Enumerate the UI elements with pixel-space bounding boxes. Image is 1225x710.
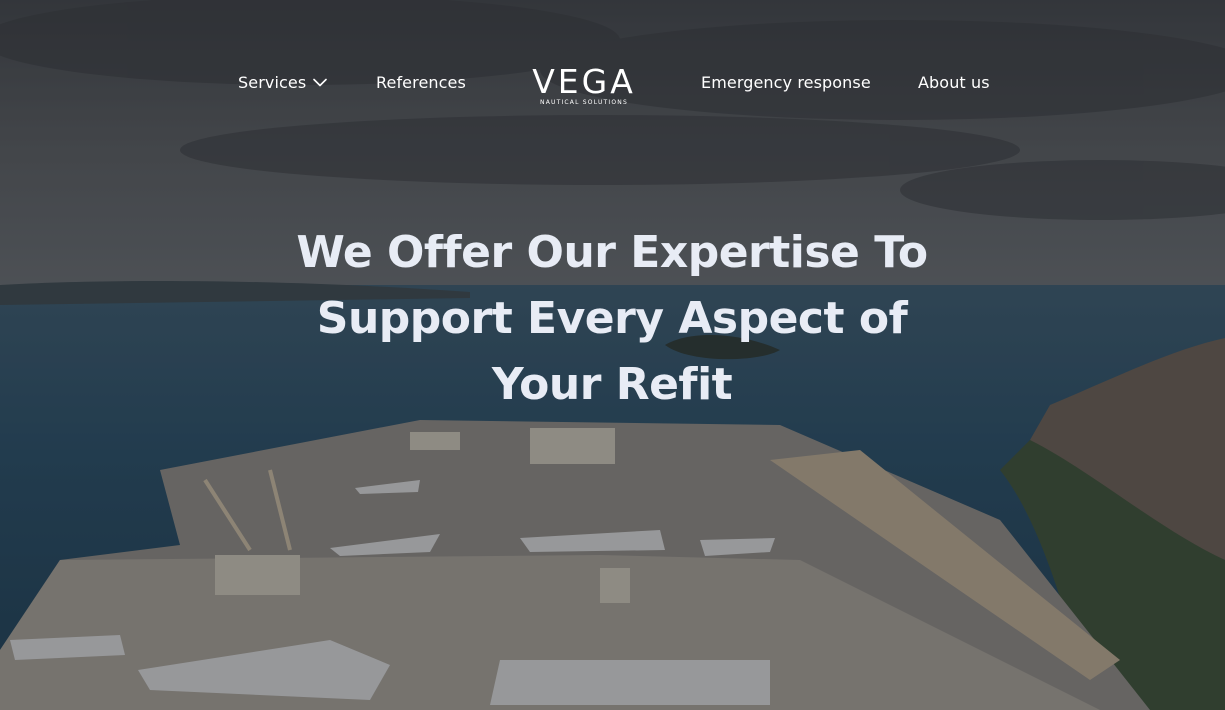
hero-section: Services References VEGA NAUTICAL SOLUTI… [0,0,1225,710]
hero-headline: We Offer Our Expertise To Support Every … [296,227,928,410]
logo-tagline: NAUTICAL SOLUTIONS [540,99,628,106]
nav-emergency-label: Emergency response [701,73,871,92]
main-navigation: Services References VEGA NAUTICAL SOLUTI… [0,0,1225,170]
nav-services-label: Services [238,73,307,92]
chevron-down-icon[interactable] [312,75,328,91]
nav-emergency-response[interactable]: Emergency response [701,73,871,92]
nav-about-us[interactable]: About us [918,73,990,92]
nav-about-label: About us [918,73,990,92]
nav-references-label: References [376,73,466,92]
nav-references[interactable]: References [376,73,466,92]
nav-services[interactable]: Services [238,73,328,92]
logo-wordmark: VEGA [532,62,636,101]
vega-logo[interactable]: VEGA NAUTICAL SOLUTIONS [522,64,646,110]
